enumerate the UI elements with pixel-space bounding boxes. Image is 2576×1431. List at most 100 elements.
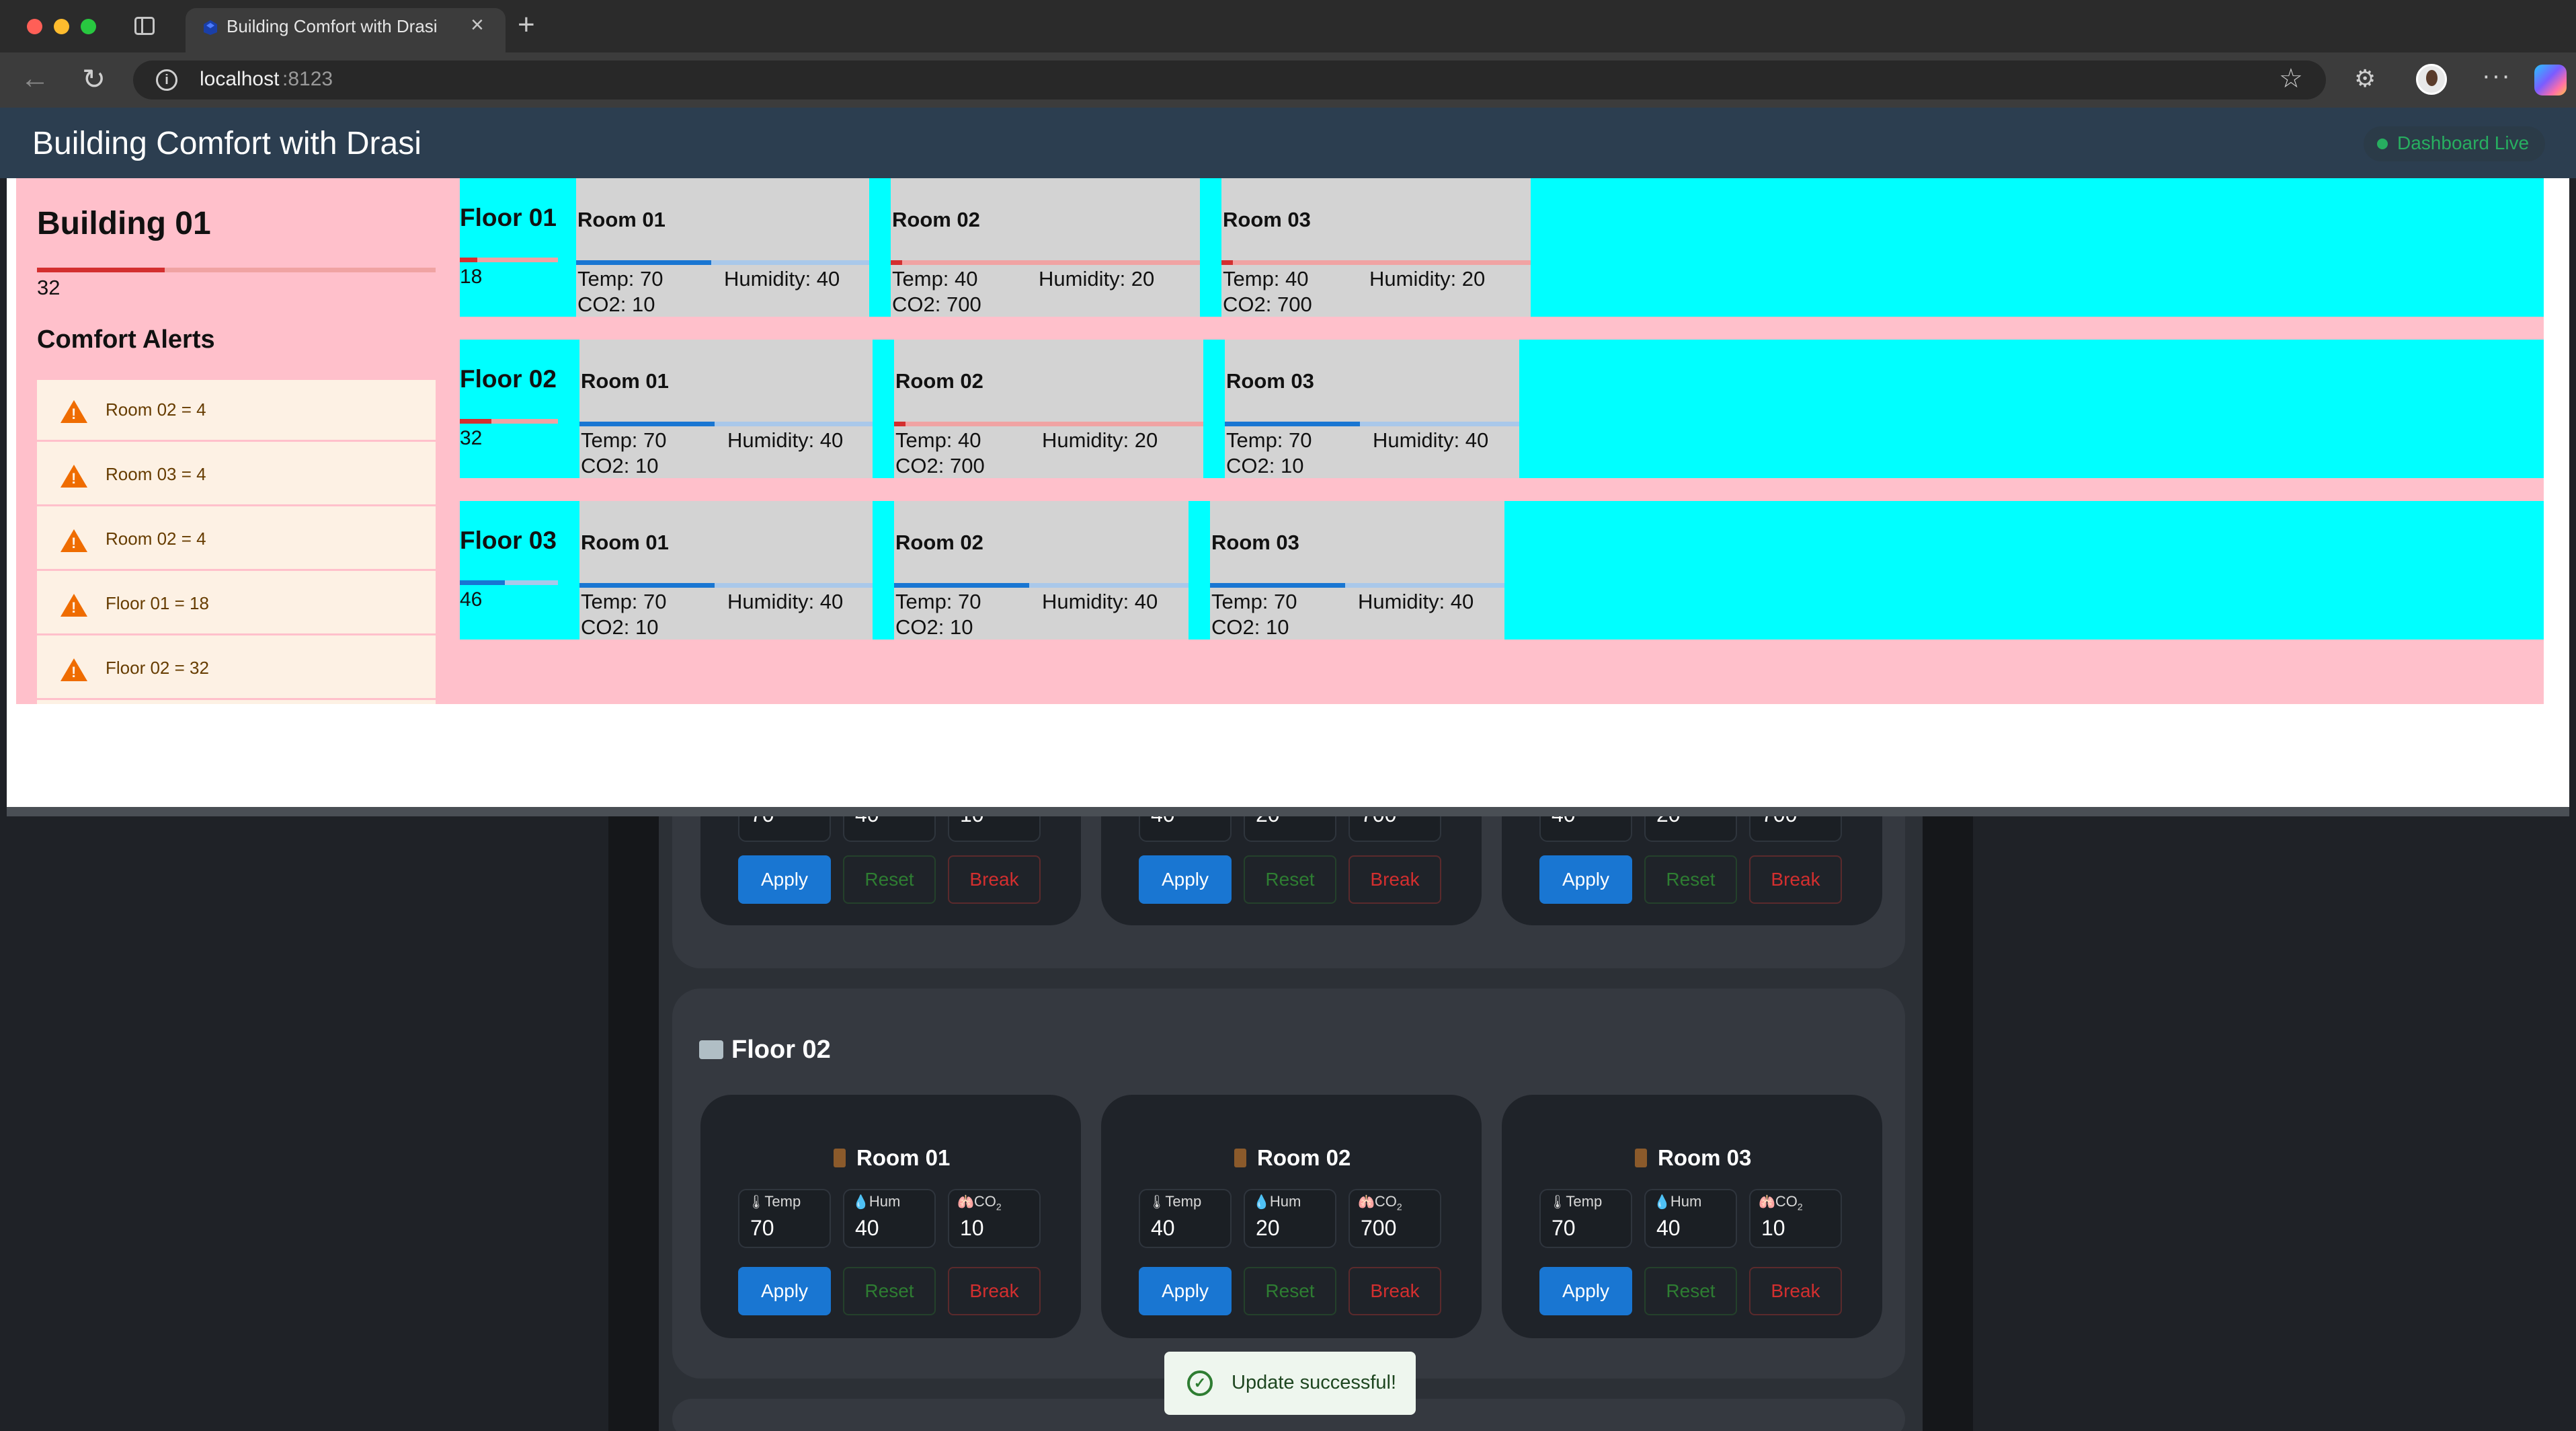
lungs-icon: 🫁 bbox=[1759, 1195, 1775, 1210]
room-humidity: Humidity: 40 bbox=[1373, 428, 1489, 452]
lungs-icon: 🫁 bbox=[957, 1195, 974, 1210]
temp-label-text: Temp bbox=[764, 1193, 801, 1210]
droplet-icon: 💧 bbox=[1253, 1195, 1270, 1210]
room-humidity: Humidity: 40 bbox=[724, 267, 840, 291]
floor-comfort-value: 46 bbox=[460, 588, 483, 611]
room-temp: Temp: 40 bbox=[1223, 267, 1309, 291]
extensions-icon[interactable]: ⚙ bbox=[2354, 65, 2376, 93]
alert-item[interactable] bbox=[37, 574, 436, 635]
floor-name: Floor 03 bbox=[460, 527, 557, 554]
break-button[interactable]: Break bbox=[1349, 855, 1441, 904]
temp-label: 🌡Temp bbox=[1549, 1193, 1602, 1210]
alerts-title: Comfort Alerts bbox=[37, 325, 215, 354]
room-name: Room 02 bbox=[892, 208, 980, 231]
apply-button[interactable]: Apply bbox=[738, 1267, 831, 1315]
minimize-window-button[interactable] bbox=[54, 19, 69, 34]
break-button[interactable]: Break bbox=[1749, 855, 1842, 904]
alert-item[interactable] bbox=[37, 638, 436, 700]
apply-button[interactable]: Apply bbox=[738, 855, 831, 904]
floor-heading-label: Floor 02 bbox=[731, 1036, 831, 1064]
reset-button[interactable]: Reset bbox=[1644, 1267, 1737, 1315]
room-comfort-bar-fill bbox=[891, 260, 902, 265]
alert-text: Room 03 = 4 bbox=[106, 464, 206, 484]
reset-button[interactable]: Reset bbox=[843, 1267, 936, 1315]
apply-button[interactable]: Apply bbox=[1139, 1267, 1232, 1315]
floor-comfort-value: 32 bbox=[460, 427, 483, 449]
room-name: Room 01 bbox=[581, 369, 669, 393]
room-comfort-bar-fill bbox=[894, 422, 905, 426]
reset-button[interactable]: Reset bbox=[843, 855, 936, 904]
hum-label: 💧Hum bbox=[1253, 1193, 1301, 1210]
room-comfort-bar bbox=[1221, 260, 1531, 265]
room-temp: Temp: 70 bbox=[1226, 428, 1312, 452]
reset-button[interactable]: Reset bbox=[1244, 1267, 1336, 1315]
profile-avatar[interactable] bbox=[2416, 64, 2447, 95]
new-tab-icon[interactable]: + bbox=[518, 8, 535, 42]
hum-label-text: Hum bbox=[1670, 1193, 1702, 1210]
room-comfort-bar-fill bbox=[1225, 422, 1360, 426]
reload-icon[interactable]: ↻ bbox=[82, 63, 106, 95]
room-control-title: Room 02 bbox=[1234, 1145, 1351, 1171]
room-temp: Temp: 40 bbox=[895, 428, 981, 452]
break-button[interactable]: Break bbox=[948, 1267, 1041, 1315]
room-co2: CO2: 10 bbox=[1211, 615, 1289, 639]
hum-value: 40 bbox=[855, 1216, 879, 1240]
room-comfort-bar-fill bbox=[1210, 583, 1345, 588]
droplet-icon: 💧 bbox=[1654, 1195, 1671, 1210]
apply-button[interactable]: Apply bbox=[1539, 1267, 1632, 1315]
room-temp: Temp: 70 bbox=[895, 590, 981, 613]
floor-name: Floor 01 bbox=[460, 204, 557, 231]
apply-button[interactable]: Apply bbox=[1139, 855, 1232, 904]
back-icon[interactable]: ← bbox=[20, 62, 50, 95]
dashboard-border bbox=[7, 807, 2569, 816]
co2-value: 10 bbox=[1761, 1216, 1785, 1240]
copilot-icon[interactable] bbox=[2534, 65, 2567, 95]
room-name: Room 02 bbox=[895, 531, 983, 554]
reset-button[interactable]: Reset bbox=[1644, 855, 1737, 904]
floor-comfort-bar-fill bbox=[460, 258, 477, 262]
sidebar-toggle-icon[interactable] bbox=[134, 17, 155, 35]
room-temp: Temp: 70 bbox=[581, 428, 667, 452]
address-bar[interactable] bbox=[133, 61, 2326, 100]
alert-item[interactable] bbox=[37, 444, 436, 506]
warning-icon bbox=[61, 529, 87, 552]
room-humidity: Humidity: 20 bbox=[1039, 267, 1155, 291]
door-icon bbox=[1635, 1149, 1647, 1167]
co2-label-text: CO bbox=[973, 1193, 996, 1210]
room-name: Room 01 bbox=[577, 208, 666, 231]
tab-close-icon[interactable]: × bbox=[471, 12, 484, 38]
reset-button[interactable]: Reset bbox=[1244, 855, 1336, 904]
building-comfort-value: 32 bbox=[37, 276, 61, 299]
background-left bbox=[0, 814, 608, 1431]
thermometer-icon: 🌡 bbox=[748, 1195, 765, 1210]
alert-item[interactable] bbox=[37, 380, 436, 442]
alert-item[interactable] bbox=[37, 509, 436, 571]
room-co2: CO2: 700 bbox=[895, 454, 985, 477]
warning-icon bbox=[61, 658, 87, 681]
break-button[interactable]: Break bbox=[1749, 1267, 1842, 1315]
hum-value: 40 bbox=[1656, 1216, 1681, 1240]
room-comfort-bar-fill bbox=[576, 260, 711, 265]
room-temp: Temp: 70 bbox=[581, 590, 667, 613]
co2-label-text: CO bbox=[1374, 1193, 1397, 1210]
maximize-window-button[interactable] bbox=[81, 19, 96, 34]
co2-label: 🫁CO2 bbox=[957, 1193, 1002, 1212]
room-humidity: Humidity: 20 bbox=[1369, 267, 1486, 291]
bookmark-star-icon[interactable]: ☆ bbox=[2279, 63, 2303, 94]
site-info-icon[interactable]: i bbox=[156, 69, 177, 91]
close-window-button[interactable] bbox=[27, 19, 42, 34]
break-button[interactable]: Break bbox=[1349, 1267, 1441, 1315]
room-humidity: Humidity: 40 bbox=[727, 590, 844, 613]
room-temp: Temp: 70 bbox=[577, 267, 663, 291]
thermometer-icon: 🌡 bbox=[1148, 1195, 1166, 1210]
folder-icon bbox=[699, 1040, 723, 1059]
more-menu-icon[interactable]: ··· bbox=[2482, 62, 2511, 91]
room-humidity: Humidity: 40 bbox=[727, 428, 844, 452]
live-status-text: Dashboard Live bbox=[2397, 132, 2530, 153]
floor-comfort-value: 18 bbox=[460, 266, 483, 288]
toast-message: Update successful! bbox=[1232, 1372, 1397, 1393]
room-control-name: Room 02 bbox=[1257, 1145, 1351, 1170]
apply-button[interactable]: Apply bbox=[1539, 855, 1632, 904]
break-button[interactable]: Break bbox=[948, 855, 1041, 904]
temp-label-text: Temp bbox=[1165, 1193, 1202, 1210]
